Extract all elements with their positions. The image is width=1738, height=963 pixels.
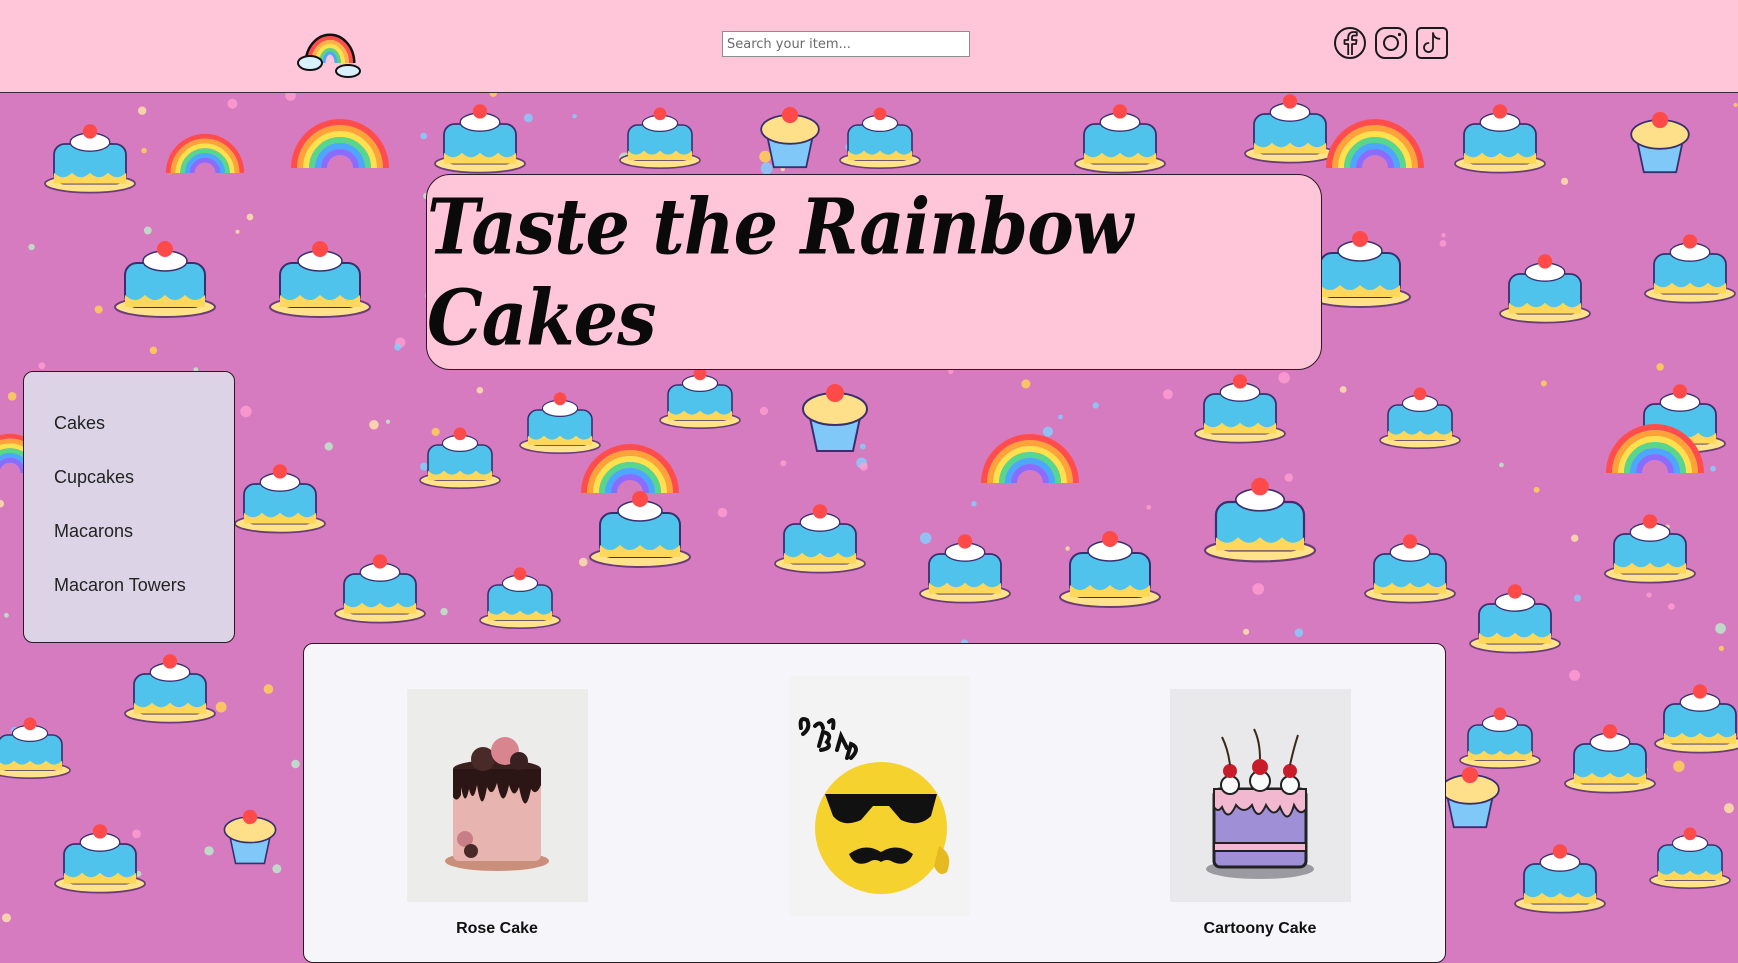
sidebar-item-cakes[interactable]: Cakes — [54, 414, 234, 468]
sidebar-item-macarons[interactable]: Macarons — [54, 522, 234, 576]
site-header — [0, 0, 1738, 93]
product-card[interactable] — [759, 676, 999, 916]
category-sidebar: Cakes Cupcakes Macarons Macaron Towers — [23, 371, 235, 643]
product-card[interactable]: Cartoony Cake — [1140, 689, 1380, 938]
sidebar-item-macaron-towers[interactable]: Macaron Towers — [54, 576, 234, 630]
best-dad-ever-emoji-cake-photo[interactable] — [788, 676, 970, 916]
search-input[interactable] — [722, 31, 970, 57]
sidebar-item-cupcakes[interactable]: Cupcakes — [54, 468, 234, 522]
rainbow-logo-icon[interactable] — [296, 11, 364, 79]
facebook-icon[interactable] — [1333, 26, 1367, 60]
product-name: Rose Cake — [456, 920, 538, 937]
page-title: Taste the Rainbow Cakes — [427, 180, 1133, 364]
cartoony-cherry-cake-photo[interactable] — [1169, 689, 1351, 902]
hero-banner: Taste the Rainbow Cakes — [426, 174, 1322, 370]
product-name: Cartoony Cake — [1203, 920, 1317, 937]
instagram-icon[interactable] — [1374, 26, 1408, 60]
tiktok-icon[interactable] — [1415, 26, 1449, 60]
product-grid: Rose Cake Cartoony Cake — [303, 643, 1446, 963]
pink-drip-cake-photo[interactable] — [406, 689, 588, 902]
product-card[interactable]: Rose Cake — [377, 689, 617, 938]
